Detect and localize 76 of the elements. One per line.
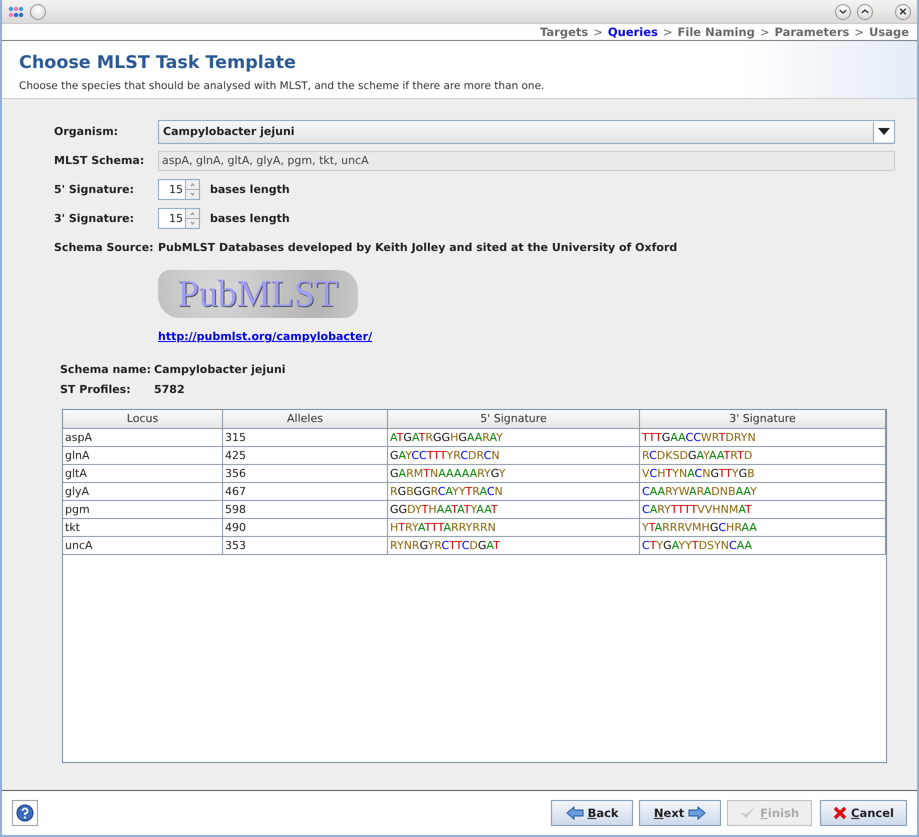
pubmlst-logo: PubMLST <box>158 270 358 318</box>
step-separator: > <box>854 25 864 39</box>
minimize-button[interactable] <box>835 4 851 20</box>
length-spinner[interactable]: 15 <box>158 208 200 229</box>
column-header[interactable]: 3' Signature <box>640 410 886 429</box>
step-separator: > <box>760 25 770 39</box>
field-label: Organism: <box>54 125 120 138</box>
table-cell: gltA <box>63 465 223 483</box>
table-cell: CARYTTTTVVHNMAT <box>640 501 886 519</box>
step-separator: > <box>593 25 603 39</box>
window-menu-button[interactable] <box>30 4 46 20</box>
field-label: ST Profiles: <box>60 382 132 396</box>
schema-link[interactable]: http://pubmlst.org/campylobacter/ <box>158 330 372 343</box>
length-spinner[interactable]: 15 <box>158 179 200 200</box>
page-subtitle: Choose the species that should be analysed with MLST, and the scheme if there are more than one. <box>19 80 546 92</box>
source-text: PubMLST Databases developed by Keith Jolley and sited at the University of Oxford <box>158 241 678 254</box>
app-logo-icon <box>8 6 24 18</box>
table-cell: GGDYTHAATATYAAT <box>388 501 640 519</box>
table-cell: RGBGGRCAYYTRACN <box>388 483 640 501</box>
field-label: Schema name: <box>60 362 152 376</box>
step-separator: > <box>662 25 673 39</box>
wizard-step: Usage <box>869 25 909 39</box>
table-cell: 425 <box>223 447 388 465</box>
table-cell: 467 <box>223 483 388 501</box>
schema-field: aspA, glnA, gltA, glyA, pgm, tkt, uncA <box>158 150 895 170</box>
column-header[interactable]: 5' Signature <box>388 410 640 429</box>
table-cell: pgm <box>63 501 223 519</box>
table-cell: TTTGAACCWRTDRYN <box>640 429 886 447</box>
back-button[interactable]: Back <box>551 800 634 826</box>
organism-dropdown[interactable]: Campylobacter jejuni <box>158 120 895 144</box>
wizard-step: Targets <box>540 25 588 39</box>
checkmark-icon <box>740 806 756 820</box>
table-cell: RYNRGYRCTTCDGAT <box>388 537 640 555</box>
table-cell: CAARYWARADNBAAY <box>640 483 886 501</box>
table-cell: 353 <box>223 537 388 555</box>
table-cell: VCHTYNACNGTTYGB <box>640 465 886 483</box>
table-cell: uncA <box>63 537 223 555</box>
schema-name: Campylobacter jejuni <box>154 362 286 376</box>
table-cell: 315 <box>223 429 388 447</box>
column-header[interactable]: Locus <box>63 410 223 429</box>
table-cell: GARMTNAAAAARYGY <box>388 465 640 483</box>
wizard-step: File Naming <box>678 25 755 39</box>
next-button[interactable]: Next <box>639 800 722 826</box>
page-title: Choose MLST Task Template <box>19 53 297 73</box>
field-label: MLST Schema: <box>54 154 146 167</box>
table-cell: glyA <box>63 483 223 501</box>
wizard-step: Queries <box>608 25 658 39</box>
table-cell: 598 <box>223 501 388 519</box>
table-cell: aspA <box>63 429 223 447</box>
help-button[interactable] <box>12 800 38 826</box>
wizard-step: Parameters <box>774 25 850 39</box>
arrow-right-icon <box>688 806 706 820</box>
close-icon <box>833 806 848 820</box>
table-cell: 490 <box>223 519 388 537</box>
unit-label: bases length <box>210 183 290 196</box>
table-cell: RCDKSDGAYAATRTD <box>640 447 886 465</box>
arrow-left-icon <box>566 806 584 820</box>
profile-count: 5782 <box>154 382 185 396</box>
help-icon <box>16 804 34 822</box>
table-cell: glnA <box>63 447 223 465</box>
unit-label: bases length <box>210 212 290 225</box>
table-cell: YTARRRVMHGCHRAA <box>640 519 886 537</box>
table-cell: 356 <box>223 465 388 483</box>
table-cell: ATGATRGGHGAARAY <box>388 429 640 447</box>
table-cell: CTYGAYYTDSYNCAA <box>640 537 886 555</box>
field-label: 5' Signature: <box>54 183 136 196</box>
field-label: 3' Signature: <box>54 212 136 225</box>
column-header[interactable]: Alleles <box>223 410 388 429</box>
close-button[interactable] <box>895 4 911 20</box>
field-label: Schema Source: <box>54 241 155 254</box>
table-cell: HTRYATTTARRYRRN <box>388 519 640 537</box>
dropdown-arrow-icon <box>878 128 890 136</box>
table-cell: GAYCCTTTYRCDRCN <box>388 447 640 465</box>
table-cell: tkt <box>63 519 223 537</box>
maximize-button[interactable] <box>857 4 873 20</box>
cancel-button[interactable]: Cancel <box>820 800 907 826</box>
